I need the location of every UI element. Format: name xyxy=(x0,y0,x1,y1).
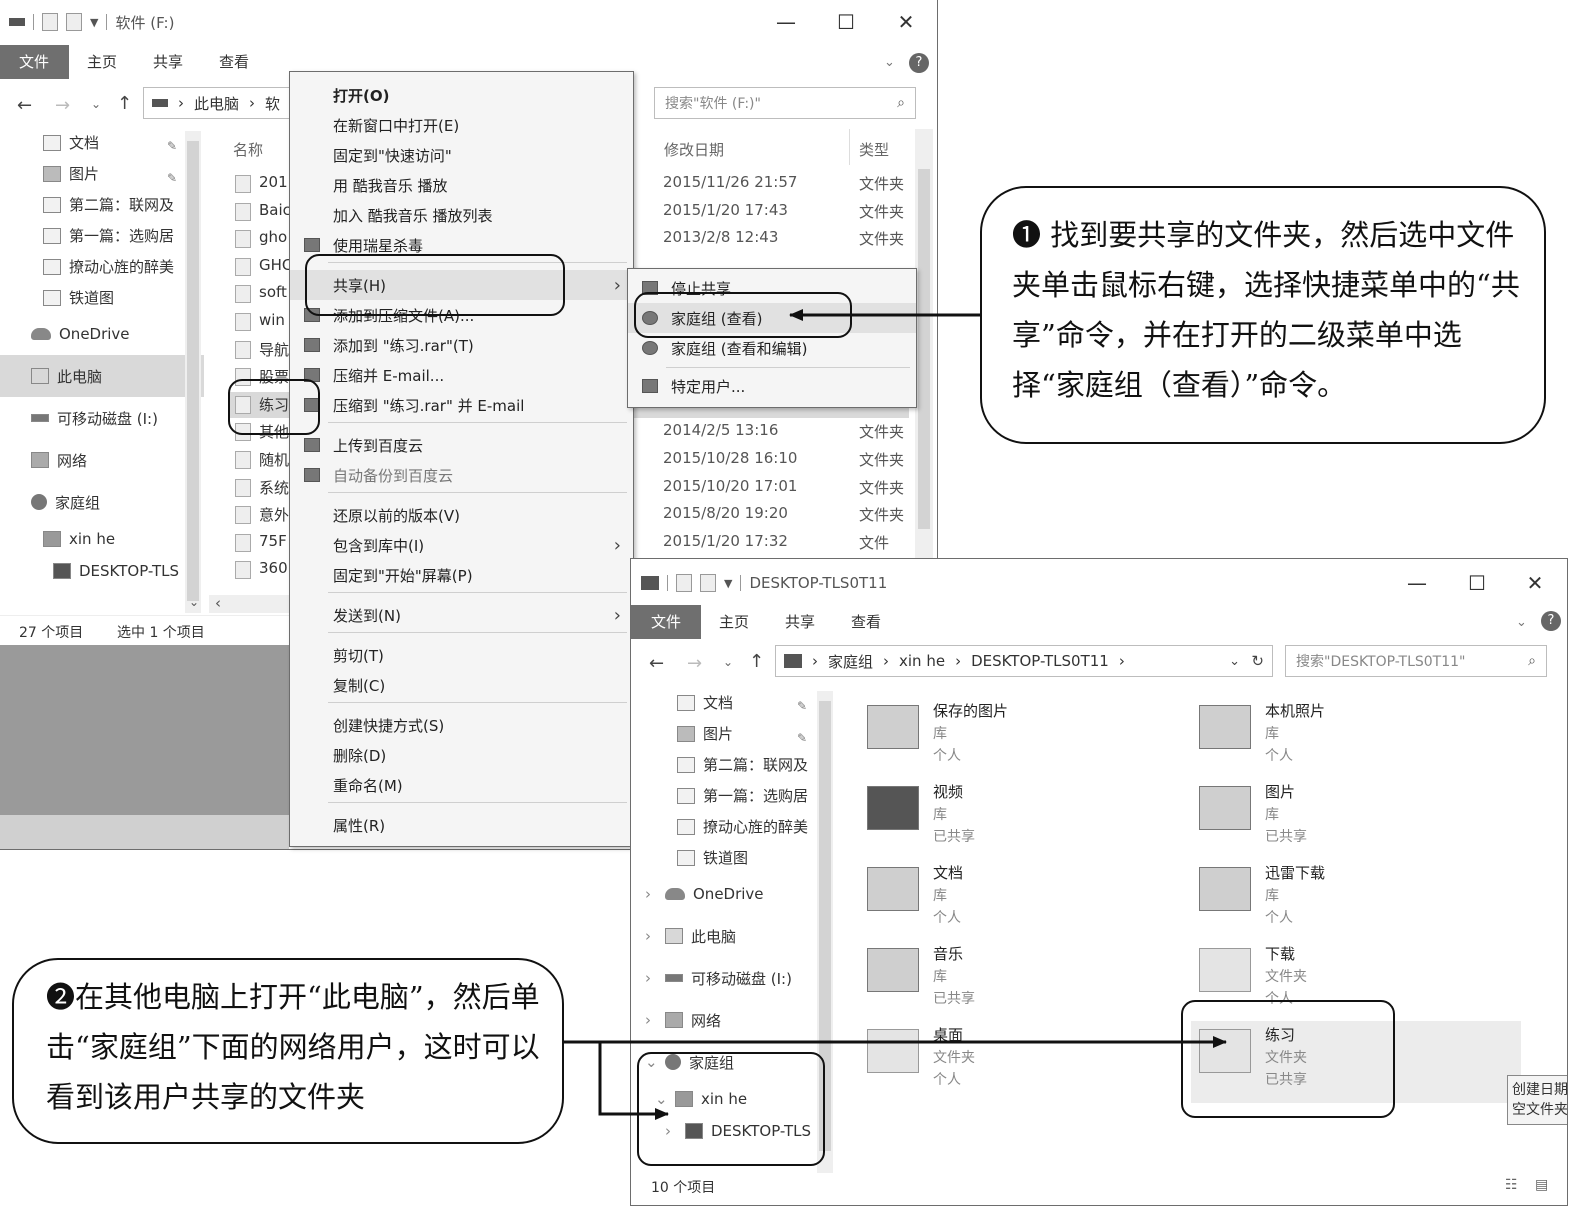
arrows-overlay xyxy=(564,309,1227,1120)
arrow-callout2-to-user xyxy=(598,1042,669,1120)
